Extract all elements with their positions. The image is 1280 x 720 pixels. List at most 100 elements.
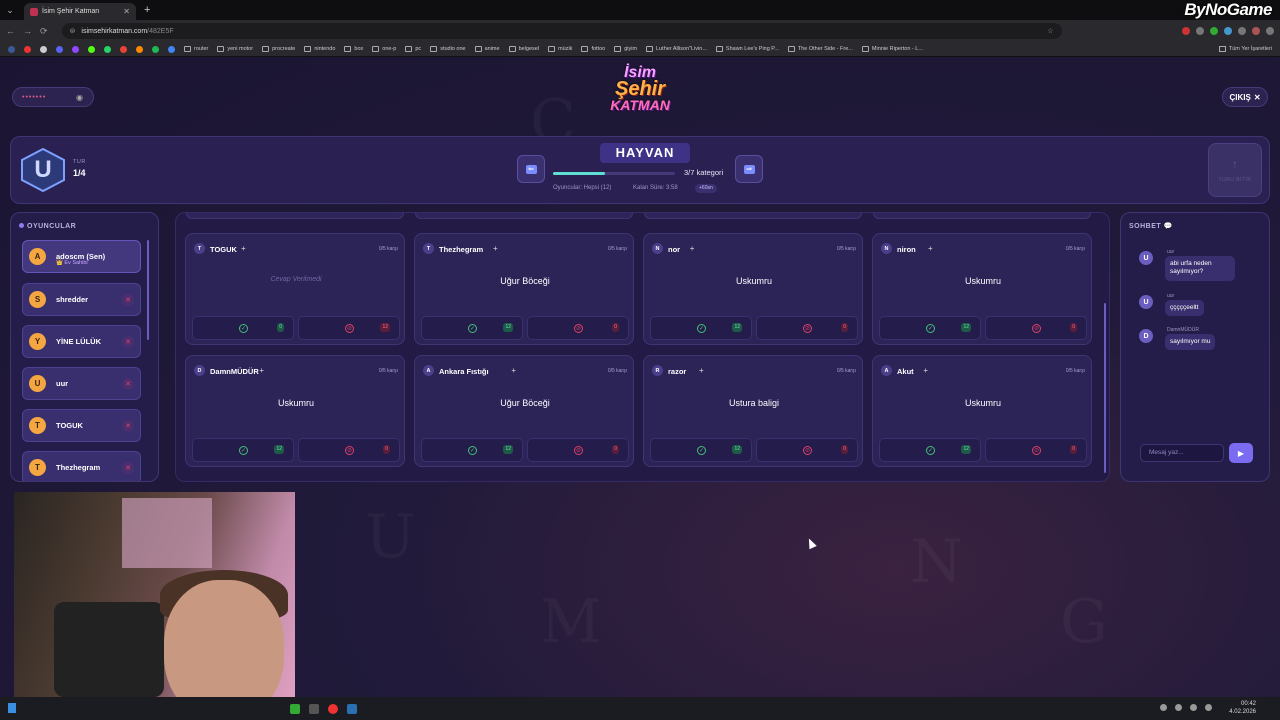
bookmark-item[interactable]: giyim [614, 46, 637, 52]
bookmark-item[interactable]: Luther Allison"Livin... [646, 46, 707, 52]
eye-icon[interactable]: ◉ [76, 93, 84, 102]
player-item[interactable]: T Thezhegram ✕ [22, 451, 141, 481]
clock[interactable]: 00:42 4.02.2026 [1229, 700, 1256, 717]
reject-button[interactable]: ⊘ 0 [756, 316, 858, 340]
reload-icon[interactable]: ⟳ [40, 26, 48, 37]
approve-button[interactable]: ✓ 12 [650, 438, 752, 462]
chat-input[interactable]: Mesaj yaz... [1140, 444, 1224, 462]
tab-list-button[interactable]: ⌄ [0, 0, 20, 20]
twitch-icon[interactable] [72, 45, 79, 53]
approve-button[interactable]: ✓ 12 [421, 438, 523, 462]
scrollbar[interactable] [147, 240, 149, 340]
extension-icon[interactable] [1196, 27, 1204, 35]
add-icon[interactable]: + [511, 366, 516, 375]
bookmark-item[interactable]: nintendo [304, 46, 335, 52]
bookmark-item[interactable]: box [344, 46, 363, 52]
menu-icon[interactable] [1266, 27, 1274, 35]
bookmark-item[interactable]: router [184, 46, 208, 52]
bookmark-item[interactable]: The Other Side - Fre... [787, 46, 853, 52]
app-icon[interactable] [309, 703, 319, 714]
start-icon[interactable] [8, 703, 16, 713]
reject-button[interactable]: ⊘ 0 [527, 316, 629, 340]
kick-player-button[interactable]: ✕ [122, 293, 134, 306]
tray-icon[interactable] [1160, 704, 1167, 711]
kick-icon[interactable] [88, 45, 95, 53]
player-item[interactable]: Y YİNE LÜLÜK ✕ [22, 325, 141, 358]
bookmark-item[interactable]: anime [474, 46, 500, 52]
add-icon[interactable]: + [699, 366, 704, 375]
bookmark-item[interactable]: belgesel [508, 46, 539, 52]
youtube-icon[interactable] [24, 45, 31, 53]
facebook-icon[interactable] [8, 45, 15, 53]
player-item[interactable]: T TOGUK ✕ [22, 409, 141, 442]
drive-icon[interactable] [168, 45, 175, 53]
bookmark-item[interactable]: pc [405, 46, 421, 52]
whatsapp-icon[interactable] [104, 45, 111, 53]
approve-button[interactable]: ✓ 12 [879, 438, 981, 462]
add-icon[interactable]: + [690, 244, 695, 253]
player-item[interactable]: Aadoscm (Sen) 👑 Ev Sahibi [22, 240, 141, 273]
extension-icon[interactable] [1224, 27, 1232, 35]
reject-button[interactable]: ⊘ 0 [985, 316, 1087, 340]
bookmark-item[interactable]: studio one [430, 46, 466, 52]
exit-button[interactable]: ÇIKIŞ ✕ [1222, 87, 1268, 107]
add-icon[interactable]: + [928, 244, 933, 253]
reject-button[interactable]: ⊘ 0 [985, 438, 1087, 462]
extension-icon[interactable] [1238, 27, 1246, 35]
reject-button[interactable]: ⊘ 0 [527, 438, 629, 462]
approve-button[interactable]: ✓ 12 [650, 316, 752, 340]
extension-icon[interactable] [1182, 27, 1190, 35]
bookmark-item[interactable]: yeni motor [217, 46, 253, 52]
bookmark-item[interactable]: procreate [262, 46, 295, 52]
tray-icon[interactable] [1205, 704, 1212, 711]
reject-button[interactable]: ⊘ 12 [298, 316, 400, 340]
tray-icon[interactable] [1190, 704, 1197, 711]
tray-icon[interactable] [1175, 704, 1182, 711]
approve-button[interactable]: ✓ 12 [879, 316, 981, 340]
extension-icon[interactable] [1210, 27, 1218, 35]
kick-player-button[interactable]: ✕ [122, 461, 134, 474]
approve-button[interactable]: ✓ 12 [421, 316, 523, 340]
all-bookmarks[interactable]: Tüm Yer İşaretleri [1218, 46, 1272, 52]
reject-button[interactable]: ⊘ 0 [756, 438, 858, 462]
add-icon[interactable]: + [259, 366, 264, 375]
spotify-icon[interactable] [152, 45, 159, 53]
player-item[interactable]: Sshredder ✕ [22, 283, 141, 316]
kick-player-button[interactable]: ✕ [122, 335, 134, 348]
bookmark-item[interactable]: Minnie Riperton - L... [861, 46, 923, 52]
app-icon[interactable] [290, 703, 300, 714]
site-info-icon[interactable]: ⊜ [70, 27, 76, 35]
add-icon[interactable]: + [493, 244, 498, 253]
approve-button[interactable]: ✓ 12 [192, 438, 294, 462]
back-icon[interactable]: ← [6, 26, 15, 36]
prev-category-button[interactable]: ⇐ [517, 155, 545, 183]
add-icon[interactable]: + [923, 366, 928, 375]
bookmark-item[interactable]: Shawn Lee's Ping P... [715, 46, 779, 52]
bonus-time-badge[interactable]: +60sn [695, 184, 717, 193]
add-icon[interactable]: + [241, 244, 246, 253]
bookmark-item[interactable]: müzik [548, 46, 572, 52]
kick-player-button[interactable]: ✕ [122, 377, 134, 390]
room-code-pill[interactable]: ••••••• ◉ [12, 87, 94, 107]
approve-button[interactable]: ✓ 0 [192, 316, 294, 340]
shortcut-icon[interactable] [136, 45, 143, 53]
player-item[interactable]: Uuur ✕ [22, 367, 141, 400]
app-icon[interactable] [328, 703, 338, 714]
close-tab-icon[interactable]: ✕ [123, 7, 130, 16]
bookmark-item[interactable]: one-p [372, 46, 396, 52]
bookmark-star-icon[interactable]: ☆ [1047, 27, 1053, 35]
next-category-button[interactable]: ⇒ [735, 155, 763, 183]
browser-tab[interactable]: İsim Şehir Katman ✕ [24, 3, 136, 20]
discord-icon[interactable] [56, 45, 63, 53]
reject-button[interactable]: ⊘ 0 [298, 438, 400, 462]
gmail-icon[interactable] [120, 45, 127, 53]
bookmark-item[interactable]: fottoo [581, 46, 605, 52]
kick-player-button[interactable]: ✕ [122, 419, 134, 432]
url-field[interactable]: ⊜ isimsehirkatman.com/482E5F ☆ [61, 23, 1062, 39]
forward-icon[interactable]: → [23, 26, 32, 36]
profile-icon[interactable] [1252, 27, 1260, 35]
send-button[interactable]: ▶ [1229, 443, 1253, 463]
finish-round-button[interactable]: ↑ TURU BİTİR [1208, 143, 1262, 197]
x-icon[interactable] [40, 45, 47, 53]
new-tab-button[interactable]: + [144, 4, 150, 16]
